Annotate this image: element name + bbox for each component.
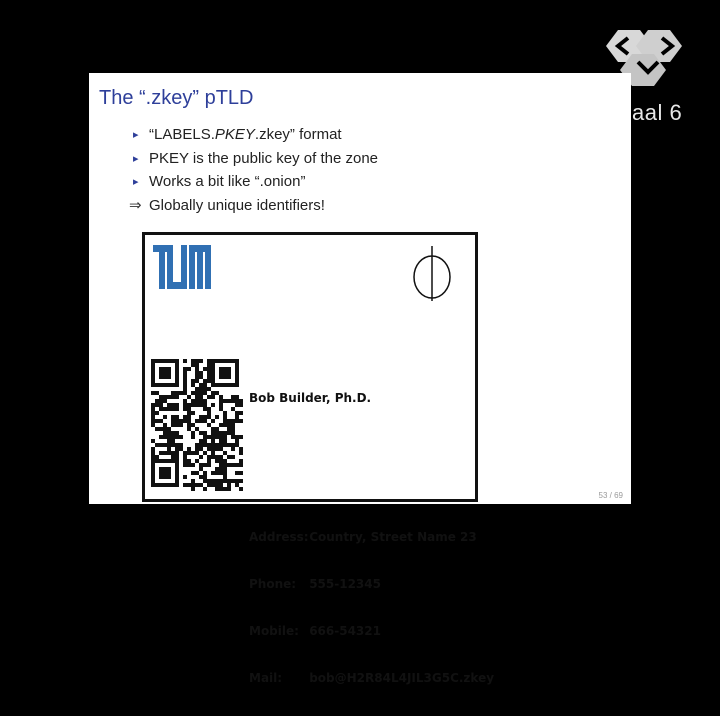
implies-arrow-icon: ⇒ bbox=[129, 196, 142, 214]
phone-row: Phone: 555-12345 bbox=[249, 577, 381, 591]
circle-emblem-icon bbox=[413, 246, 451, 301]
slide-title: The “.zkey” pTLD bbox=[99, 87, 254, 109]
bullet-item: ▸ PKEY is the public key of the zone bbox=[119, 148, 378, 172]
mail-row: Mail: bob@H2R84L4JIL3G5C.zkey bbox=[249, 671, 495, 685]
triangle-bullet-icon: ▸ bbox=[133, 152, 139, 165]
triangle-bullet-icon: ▸ bbox=[133, 176, 139, 188]
bullet-item: ▸ Works a bit like “.onion” bbox=[119, 171, 378, 195]
channel-label: aal 6 bbox=[632, 100, 683, 125]
mobile-row: Mobile: 666-54321 bbox=[249, 624, 381, 638]
business-card: Bob Builder, Ph.D. Address: Country, Str… bbox=[142, 232, 494, 685]
bullet-list: ▸ “LABELS.PKEY.zkey” format ▸ PKEY is the … bbox=[119, 124, 378, 218]
tum-logo-icon bbox=[153, 245, 211, 289]
card-details: Bob Builder, Ph.D. Address: Country, Str… bbox=[249, 361, 494, 716]
triangle-bullet-icon: ▸ bbox=[133, 129, 139, 141]
contact-name: Bob Builder, Ph.D. bbox=[249, 391, 372, 405]
page-number: 53 / 69 bbox=[598, 491, 623, 500]
qr-code-icon bbox=[151, 359, 243, 491]
bullet-item: ▸ “LABELS.PKEY.zkey” format bbox=[119, 124, 378, 148]
address-row: Address: Country, Street Name 23 bbox=[249, 530, 477, 544]
conclusion-item: ⇒ Globally unique identifiers! bbox=[119, 195, 378, 219]
